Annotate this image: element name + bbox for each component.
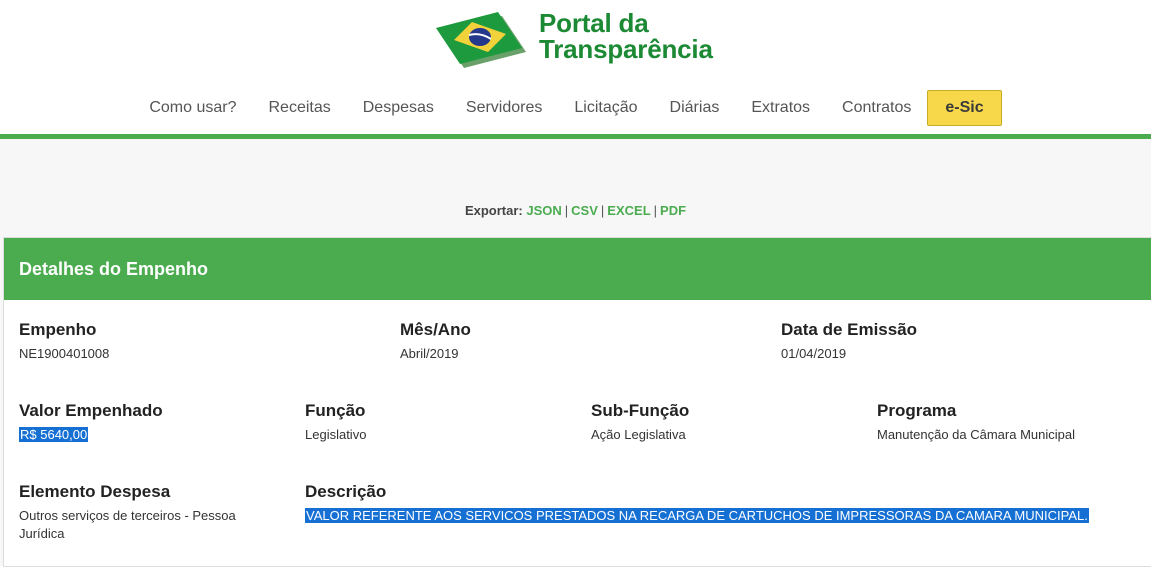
field-label: Função <box>305 401 366 420</box>
nav-item-servidores[interactable]: Servidores <box>466 99 542 117</box>
field-programa: Programa Manutenção da Câmara Municipal <box>877 401 1075 444</box>
logo-text: Portal da Transparência <box>539 10 713 62</box>
field-label: Descrição <box>305 482 387 501</box>
export-pdf-link[interactable]: PDF <box>660 203 686 218</box>
field-value: R$ 5640,00 <box>19 427 89 442</box>
nav-item-extratos[interactable]: Extratos <box>751 99 810 117</box>
export-label: Exportar: <box>464 203 523 218</box>
nav-item-licitacao[interactable]: Licitação <box>574 99 637 117</box>
field-valor-empenhado: Valor Empenhado R$ 5640,00 <box>19 401 163 444</box>
field-label: Elemento Despesa <box>19 482 171 501</box>
field-value: Manutenção da Câmara Municipal <box>877 427 1075 442</box>
nav-item-despesas[interactable]: Despesas <box>363 99 434 117</box>
field-funcao: Função Legislativo <box>305 401 366 444</box>
export-json-link[interactable]: JSON <box>526 203 561 218</box>
field-label: Empenho <box>19 320 97 339</box>
field-value: 01/04/2019 <box>781 346 847 361</box>
empenho-details-card: Detalhes do Empenho Empenho NE1900401008… <box>3 237 1151 567</box>
site-header: Portal da Transparência Como usar? Recei… <box>0 0 1151 139</box>
export-separator: | <box>600 203 605 218</box>
logo-text-line1: Portal da <box>539 8 649 38</box>
portal-logo[interactable]: Portal da Transparência <box>432 10 742 70</box>
brazil-flag-icon <box>436 12 526 68</box>
nav-item-receitas[interactable]: Receitas <box>269 99 331 117</box>
field-elemento-despesa: Elemento Despesa Outros serviços de terc… <box>19 482 279 543</box>
esic-button[interactable]: e-Sic <box>927 90 1002 126</box>
export-separator: | <box>564 203 569 218</box>
field-value: NE1900401008 <box>19 346 110 361</box>
field-label: Programa <box>877 401 957 420</box>
export-csv-link[interactable]: CSV <box>571 203 598 218</box>
card-title: Detalhes do Empenho <box>4 238 1151 300</box>
field-value: Outros serviços de terceiros - Pessoa Ju… <box>19 508 236 541</box>
field-value: Abril/2019 <box>400 346 459 361</box>
nav-item-contratos[interactable]: Contratos <box>842 99 911 117</box>
field-data-emissao: Data de Emissão 01/04/2019 <box>781 320 917 363</box>
main-nav: Como usar? Receitas Despesas Servidores … <box>0 90 1151 126</box>
field-value: VALOR REFERENTE AOS SERVICOS PRESTADOS N… <box>305 508 1089 523</box>
field-sub-funcao: Sub-Função Ação Legislativa <box>591 401 689 444</box>
field-mes-ano: Mês/Ano Abril/2019 <box>400 320 471 363</box>
field-value: Ação Legislativa <box>591 427 686 442</box>
field-label: Valor Empenhado <box>19 401 163 420</box>
field-label: Mês/Ano <box>400 320 471 339</box>
nav-item-como-usar[interactable]: Como usar? <box>149 99 236 117</box>
field-value: Legislativo <box>305 427 367 442</box>
export-excel-link[interactable]: EXCEL <box>607 203 650 218</box>
export-bar: Exportar: JSON | CSV | EXCEL | PDF <box>0 203 1151 218</box>
field-empenho: Empenho NE1900401008 <box>19 320 109 363</box>
field-descricao: Descrição VALOR REFERENTE AOS SERVICOS P… <box>305 482 1089 525</box>
nav-item-diarias[interactable]: Diárias <box>670 99 720 117</box>
export-separator: | <box>653 203 658 218</box>
field-label: Sub-Função <box>591 401 690 420</box>
logo-text-line2: Transparência <box>539 34 713 64</box>
main-content: Exportar: JSON | CSV | EXCEL | PDF Detalhes do… <box>0 139 1151 567</box>
field-label: Data de Emissão <box>781 320 918 339</box>
